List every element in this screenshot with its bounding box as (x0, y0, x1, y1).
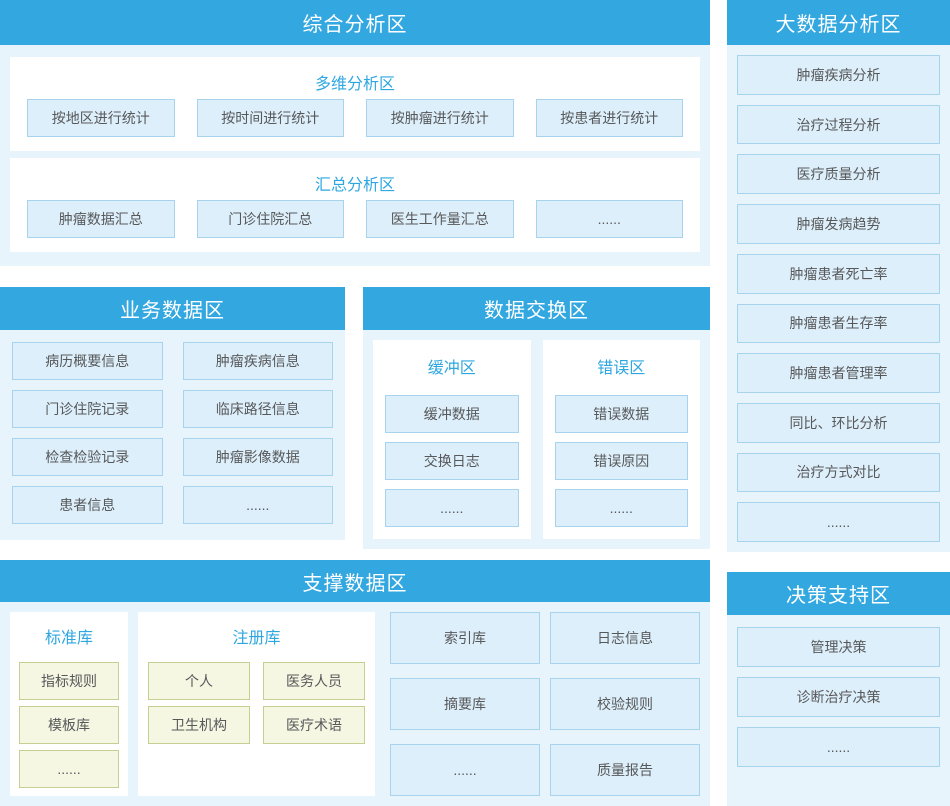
zone-comprehensive-header: 综合分析区 (0, 0, 710, 45)
box-stat-by-time: 按时间进行统计 (197, 99, 345, 137)
box-management-decision: 管理决策 (737, 627, 940, 667)
box-tumor-incidence-trend: 肿瘤发病趋势 (737, 204, 940, 244)
panel-summary-title: 汇总分析区 (27, 171, 683, 195)
panel-standard-title: 标准库 (19, 624, 119, 648)
box-outpatient-inpatient-records: 门诊住院记录 (12, 390, 163, 428)
zone-comprehensive-body: 多维分析区 按地区进行统计 按时间进行统计 按肿瘤进行统计 按患者进行统计 汇总… (0, 45, 710, 266)
box-tumor-imaging-data: 肿瘤影像数据 (183, 438, 334, 476)
box-outpatient-inpatient-summary: 门诊住院汇总 (197, 200, 345, 238)
box-patient-info: 患者信息 (12, 486, 163, 524)
box-buffer-ellipsis: ...... (385, 489, 519, 527)
panel-multidim-analysis: 多维分析区 按地区进行统计 按时间进行统计 按肿瘤进行统计 按患者进行统计 (10, 57, 700, 151)
box-medical-terminology: 医疗术语 (263, 706, 365, 744)
summary-box-row: 肿瘤数据汇总 门诊住院汇总 医生工作量汇总 ...... (27, 195, 683, 238)
box-summary-library: 摘要库 (390, 678, 540, 730)
box-exchange-log: 交换日志 (385, 442, 519, 480)
box-bigdata-ellipsis: ...... (737, 502, 940, 542)
box-buffer-data: 缓冲数据 (385, 395, 519, 433)
box-doctor-workload-summary: 医生工作量汇总 (366, 200, 514, 238)
box-tumor-patient-survival: 肿瘤患者生存率 (737, 304, 940, 344)
box-indicator-rules: 指标规则 (19, 662, 119, 700)
box-index-library: 索引库 (390, 612, 540, 664)
box-treatment-method-comparison: 治疗方式对比 (737, 453, 940, 493)
box-tumor-data-summary: 肿瘤数据汇总 (27, 200, 175, 238)
box-business-ellipsis: ...... (183, 486, 334, 524)
panel-register-title: 注册库 (148, 624, 365, 648)
zone-support-data: 支撑数据区 标准库 指标规则 模板库 ...... 注册库 个人 医务人员 卫生… (0, 560, 710, 806)
box-tumor-patient-management: 肿瘤患者管理率 (737, 353, 940, 393)
box-summary-ellipsis: ...... (536, 200, 684, 238)
box-log-info: 日志信息 (550, 612, 700, 664)
zone-business-header: 业务数据区 (0, 287, 345, 330)
box-template-library: 模板库 (19, 706, 119, 744)
zone-business-body: 病历概要信息 肿瘤疾病信息 门诊住院记录 临床路径信息 检查检验记录 肿瘤影像数… (0, 330, 345, 540)
zone-decision-header: 决策支持区 (727, 572, 950, 615)
box-validation-rules: 校验规则 (550, 678, 700, 730)
box-yoy-mom-analysis: 同比、环比分析 (737, 403, 940, 443)
zone-bigdata-analysis: 大数据分析区 肿瘤疾病分析 治疗过程分析 医疗质量分析 肿瘤发病趋势 肿瘤患者死… (727, 0, 950, 552)
box-medical-record-summary: 病历概要信息 (12, 342, 163, 380)
zone-decision-support: 决策支持区 管理决策 诊断治疗决策 ...... (727, 572, 950, 806)
zone-business-data: 业务数据区 病历概要信息 肿瘤疾病信息 门诊住院记录 临床路径信息 检查检验记录… (0, 287, 345, 540)
box-stat-by-tumor: 按肿瘤进行统计 (366, 99, 514, 137)
zone-decision-body: 管理决策 诊断治疗决策 ...... (727, 615, 950, 806)
panel-standard-library: 标准库 指标规则 模板库 ...... (10, 612, 128, 796)
panel-buffer-area: 缓冲区 缓冲数据 交换日志 ...... (373, 340, 531, 539)
box-store-ellipsis: ...... (390, 744, 540, 796)
box-error-data: 错误数据 (555, 395, 689, 433)
box-stat-by-patient: 按患者进行统计 (536, 99, 684, 137)
box-individual: 个人 (148, 662, 250, 700)
box-medical-quality-analysis: 医疗质量分析 (737, 154, 940, 194)
box-error-reason: 错误原因 (555, 442, 689, 480)
box-exam-test-records: 检查检验记录 (12, 438, 163, 476)
zone-exchange-body: 缓冲区 缓冲数据 交换日志 ...... 错误区 错误数据 错误原因 .....… (363, 330, 710, 549)
zone-bigdata-header: 大数据分析区 (727, 0, 950, 45)
panel-multidim-title: 多维分析区 (27, 70, 683, 94)
zone-bigdata-body: 肿瘤疾病分析 治疗过程分析 医疗质量分析 肿瘤发病趋势 肿瘤患者死亡率 肿瘤患者… (727, 45, 950, 552)
register-box-grid: 个人 医务人员 卫生机构 医疗术语 (148, 662, 365, 744)
panel-buffer-title: 缓冲区 (385, 354, 519, 378)
panel-summary-analysis: 汇总分析区 肿瘤数据汇总 门诊住院汇总 医生工作量汇总 ...... (10, 158, 700, 252)
multidim-box-row: 按地区进行统计 按时间进行统计 按肿瘤进行统计 按患者进行统计 (27, 94, 683, 137)
box-stat-by-region: 按地区进行统计 (27, 99, 175, 137)
box-tumor-disease-info: 肿瘤疾病信息 (183, 342, 334, 380)
support-store-grid: 索引库 日志信息 摘要库 校验规则 ...... 质量报告 (390, 612, 700, 796)
panel-error-title: 错误区 (555, 354, 689, 378)
box-clinical-pathway-info: 临床路径信息 (183, 390, 334, 428)
box-health-institution: 卫生机构 (148, 706, 250, 744)
zone-exchange-header: 数据交换区 (363, 287, 710, 330)
zone-support-header: 支撑数据区 (0, 560, 710, 602)
box-treatment-process-analysis: 治疗过程分析 (737, 105, 940, 145)
box-standard-ellipsis: ...... (19, 750, 119, 788)
box-tumor-disease-analysis: 肿瘤疾病分析 (737, 55, 940, 95)
panel-register-library: 注册库 个人 医务人员 卫生机构 医疗术语 (138, 612, 375, 796)
box-decision-ellipsis: ...... (737, 727, 940, 767)
zone-data-exchange: 数据交换区 缓冲区 缓冲数据 交换日志 ...... 错误区 错误数据 错误原因… (363, 287, 710, 540)
box-error-ellipsis: ...... (555, 489, 689, 527)
box-quality-report: 质量报告 (550, 744, 700, 796)
zone-support-body: 标准库 指标规则 模板库 ...... 注册库 个人 医务人员 卫生机构 医疗术… (0, 602, 710, 806)
box-medical-staff: 医务人员 (263, 662, 365, 700)
panel-error-area: 错误区 错误数据 错误原因 ...... (543, 340, 701, 539)
box-tumor-patient-mortality: 肿瘤患者死亡率 (737, 254, 940, 294)
box-diagnosis-treatment-decision: 诊断治疗决策 (737, 677, 940, 717)
zone-comprehensive-analysis: 综合分析区 多维分析区 按地区进行统计 按时间进行统计 按肿瘤进行统计 按患者进… (0, 0, 710, 266)
